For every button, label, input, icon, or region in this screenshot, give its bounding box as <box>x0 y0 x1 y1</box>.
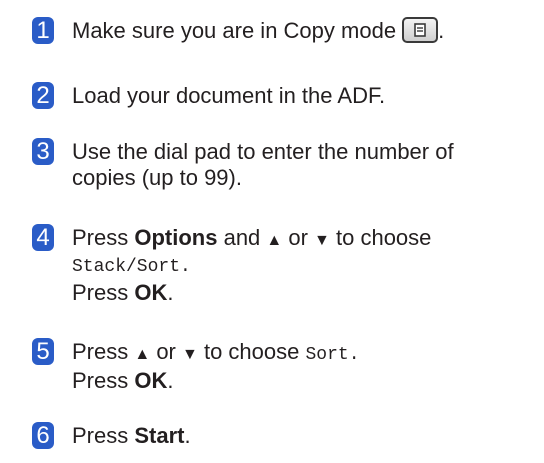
copy-mode-key-icon <box>402 17 439 44</box>
step-number-badge: 1 <box>32 17 54 44</box>
step-number-badge: 5 <box>32 338 54 365</box>
step-text-line: copies (up to 99). <box>72 165 242 190</box>
menu-value: Stack/Sort. <box>72 257 191 277</box>
press-text: Press <box>72 225 135 250</box>
press-text: Press <box>72 339 135 364</box>
step-number-badge: 2 <box>32 82 54 109</box>
ok-key-label: OK <box>134 368 168 393</box>
step-number-badge: 4 <box>32 224 54 251</box>
step-text: Use the dial pad to enter the number of … <box>72 139 536 191</box>
up-arrow-icon: ▲ <box>266 232 283 249</box>
ok-key-label: OK <box>134 280 168 305</box>
step-text: Load your document in the ADF. <box>72 83 386 108</box>
step-text: Press Start. <box>72 423 191 448</box>
down-arrow-icon: ▼ <box>314 232 330 249</box>
step-text: Press Options and ▲ or ▼ to choose Stack… <box>72 225 536 306</box>
up-arrow-icon: ▲ <box>134 346 151 363</box>
step-number-badge: 3 <box>32 138 54 165</box>
sentence-period: . <box>438 18 445 43</box>
step-text: Make sure you are in Copy mode. <box>72 17 536 45</box>
start-key-label: Start <box>134 423 185 448</box>
options-key-label: Options <box>134 225 218 250</box>
step-text-line: Use the dial pad to enter the number of <box>72 139 454 164</box>
down-arrow-icon: ▼ <box>182 346 198 363</box>
press-text: Press <box>72 423 135 448</box>
menu-value: Sort. <box>305 345 360 365</box>
step-text: Press ▲ or ▼ to choose Sort. Press OK. <box>72 339 360 393</box>
step-instruction: Make sure you are in Copy mode <box>72 18 397 43</box>
step-number-badge: 6 <box>32 422 54 449</box>
